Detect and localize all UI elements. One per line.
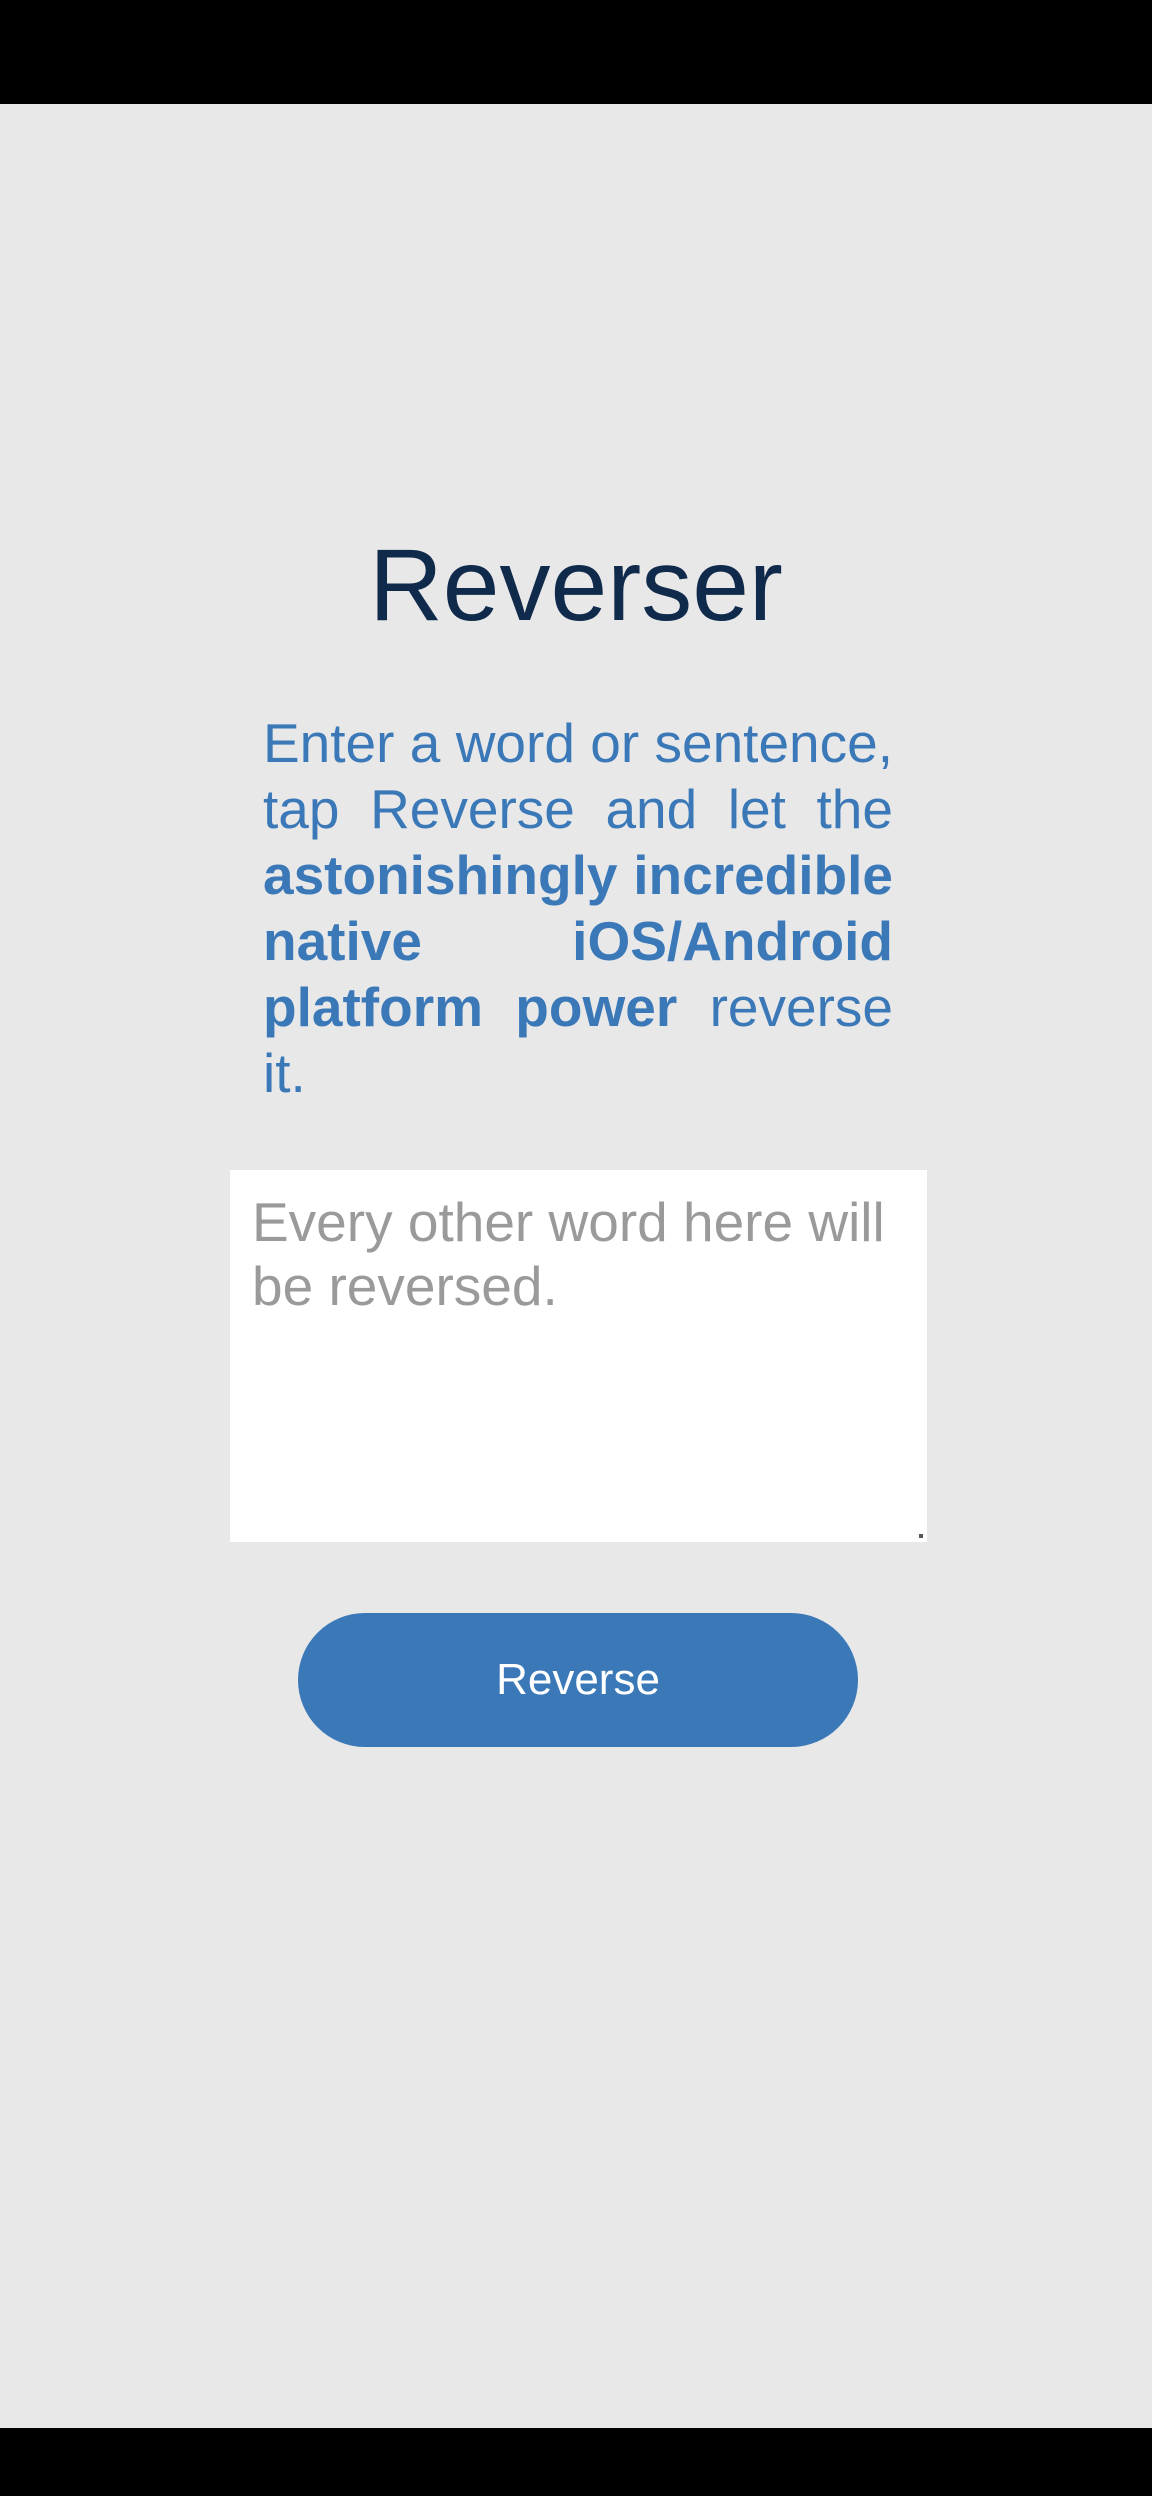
resize-grip-icon[interactable] — [919, 1534, 923, 1538]
app-description: Enter a word or sentence, tap Reverse an… — [263, 710, 893, 1106]
page-title: Reverser — [369, 528, 783, 642]
navigation-bar — [0, 2428, 1152, 2496]
reverse-button[interactable]: Reverse — [298, 1613, 858, 1747]
description-intro: Enter a word or sentence, tap Reverse an… — [263, 712, 893, 840]
status-bar — [0, 0, 1152, 104]
text-input[interactable] — [230, 1170, 927, 1542]
